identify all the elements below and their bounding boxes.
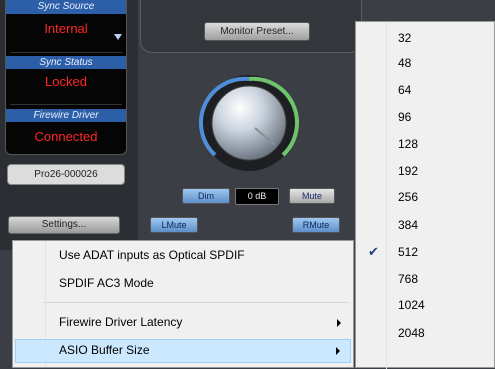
buffer-option-label: 2048 bbox=[398, 326, 425, 340]
buffer-option-768[interactable]: 768 bbox=[358, 269, 494, 289]
menu-item-label: ASIO Buffer Size bbox=[59, 343, 150, 357]
buffer-option-label: 48 bbox=[398, 56, 412, 70]
menu-item-label: Firewire Driver Latency bbox=[59, 315, 183, 329]
menu-item-adat-optical-spdif[interactable]: Use ADAT inputs as Optical SPDIF bbox=[15, 244, 351, 268]
buffer-option-96[interactable]: 96 bbox=[358, 107, 494, 127]
separator bbox=[10, 104, 122, 105]
sync-source-label: Sync Source bbox=[6, 0, 126, 14]
monitor-level-knob[interactable] bbox=[199, 73, 299, 173]
chevron-down-icon[interactable] bbox=[114, 34, 122, 40]
buffer-option-256[interactable]: 256 bbox=[358, 187, 494, 207]
buffer-option-192[interactable]: 192 bbox=[358, 161, 494, 181]
device-serial: Pro26-000026 bbox=[7, 164, 125, 185]
buffer-option-label: 128 bbox=[398, 137, 419, 151]
device-status-panel: Sync Source Internal Sync Status Locked … bbox=[0, 0, 138, 250]
chevron-right-icon bbox=[337, 319, 341, 327]
buffer-option-64[interactable]: 64 bbox=[358, 80, 494, 100]
firewire-driver-value: Connected bbox=[34, 129, 98, 144]
buffer-option-label: 192 bbox=[398, 164, 419, 178]
rmute-button[interactable]: RMute bbox=[292, 217, 340, 233]
menu-item-asio-buffer-size[interactable]: ASIO Buffer Size bbox=[15, 339, 351, 363]
separator bbox=[10, 52, 122, 53]
settings-button[interactable]: Settings... bbox=[8, 216, 120, 234]
lmute-button[interactable]: LMute bbox=[150, 217, 198, 233]
checkmark-icon: ✔ bbox=[368, 244, 379, 259]
level-display: 0 dB bbox=[235, 188, 279, 205]
buffer-option-label: 64 bbox=[398, 83, 412, 97]
asio-buffer-size-submenu: 32 48 64 96 128 192 256 384 ✔ 512 768 10… bbox=[355, 21, 495, 369]
monitor-top-well: Monitor Preset... bbox=[140, 0, 362, 53]
buffer-option-512[interactable]: ✔ 512 bbox=[358, 242, 494, 262]
monitor-preset-button[interactable]: Monitor Preset... bbox=[204, 22, 310, 41]
menu-divider bbox=[43, 302, 349, 303]
sync-source-value[interactable]: Internal bbox=[6, 20, 126, 38]
buffer-option-label: 1024 bbox=[398, 298, 425, 312]
buffer-option-label: 32 bbox=[398, 31, 412, 45]
buffer-option-label: 384 bbox=[398, 218, 419, 232]
status-box: Sync Source Internal Sync Status Locked … bbox=[5, 0, 127, 155]
chevron-right-icon bbox=[336, 347, 340, 355]
buffer-option-128[interactable]: 128 bbox=[358, 134, 494, 154]
menu-item-firewire-driver-latency[interactable]: Firewire Driver Latency bbox=[15, 311, 351, 335]
menu-item-label: SPDIF AC3 Mode bbox=[59, 276, 154, 290]
buffer-option-384[interactable]: 384 bbox=[358, 215, 494, 235]
buffer-option-2048[interactable]: 2048 bbox=[358, 323, 494, 343]
menu-item-spdif-ac3-mode[interactable]: SPDIF AC3 Mode bbox=[15, 272, 351, 296]
sync-status-value: Locked bbox=[45, 74, 87, 89]
mute-button[interactable]: Mute bbox=[289, 188, 335, 204]
firewire-driver-label: Firewire Driver bbox=[6, 109, 126, 122]
buffer-option-label: 256 bbox=[398, 190, 419, 204]
buffer-option-label: 512 bbox=[398, 245, 419, 259]
buffer-option-48[interactable]: 48 bbox=[358, 53, 494, 73]
buffer-option-1024[interactable]: 1024 bbox=[358, 295, 494, 315]
monitor-panel: Monitor Preset... bbox=[140, 0, 362, 250]
buffer-option-label: 768 bbox=[398, 272, 419, 286]
buffer-option-32[interactable]: 32 bbox=[358, 28, 494, 48]
dim-button[interactable]: Dim bbox=[182, 188, 230, 204]
sync-status-label: Sync Status bbox=[6, 56, 126, 69]
menu-item-label: Use ADAT inputs as Optical SPDIF bbox=[59, 248, 245, 262]
buffer-option-label: 96 bbox=[398, 110, 412, 124]
settings-context-menu: Use ADAT inputs as Optical SPDIF SPDIF A… bbox=[12, 240, 354, 368]
